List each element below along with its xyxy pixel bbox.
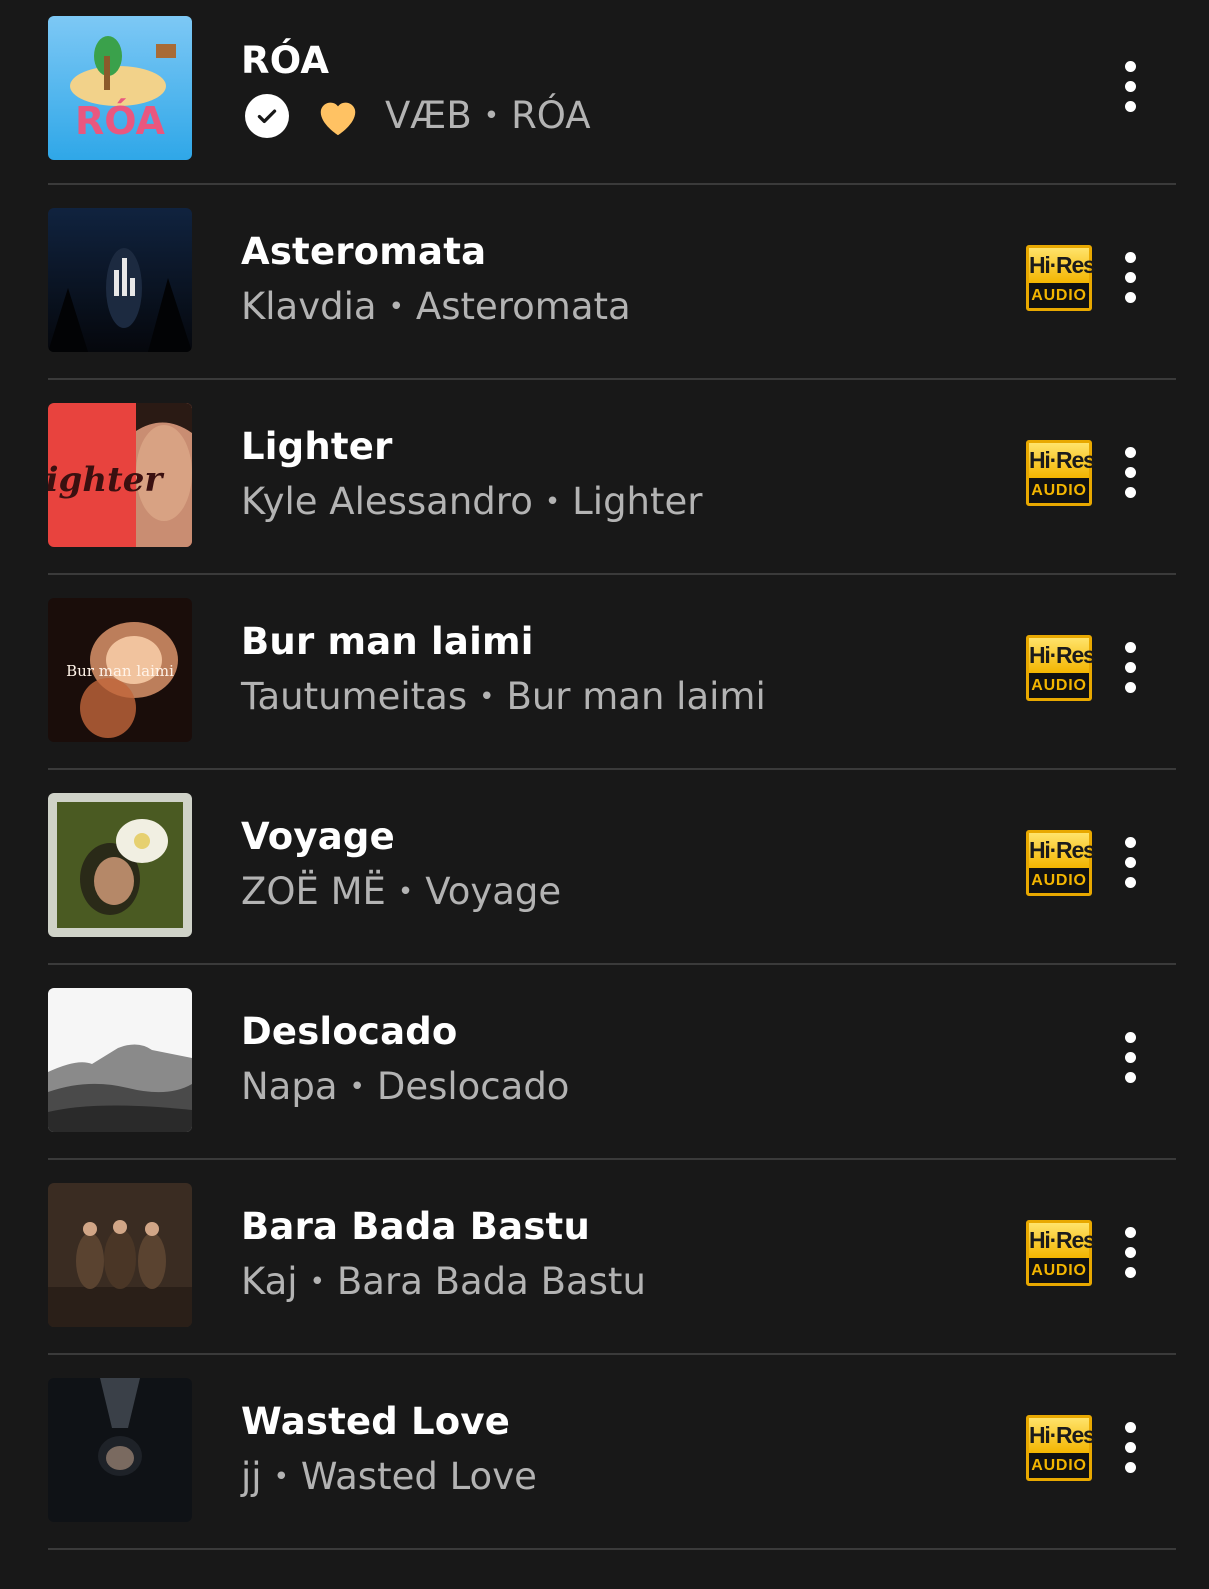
hires-badge-bottom: AUDIO <box>1029 868 1089 893</box>
track-album: Bur man laimi <box>506 675 766 718</box>
svg-text:Bur man laimi: Bur man laimi <box>66 662 174 680</box>
track-title: Bara Bada Bastu <box>241 1205 590 1248</box>
hires-badge-top: Hi·Res <box>1029 638 1096 673</box>
hires-badge-bottom: AUDIO <box>1029 1258 1089 1283</box>
track-title: Asteromata <box>241 230 487 273</box>
album-art <box>48 1378 192 1522</box>
track-subtitle: ZOË MË • Voyage <box>241 869 976 915</box>
hires-badge-top: Hi·Res <box>1029 1418 1096 1453</box>
hires-badge-top: Hi·Res <box>1029 248 1096 283</box>
hires-audio-badge: Hi·Res AUDIO <box>1026 1220 1096 1286</box>
hires-badge-bottom: AUDIO <box>1029 283 1089 308</box>
track-subtitle: Klavdia • Asteromata <box>241 284 976 330</box>
track-subtitle: Tautumeitas • Bur man laimi <box>241 674 976 720</box>
more-options-button[interactable] <box>1108 1407 1152 1487</box>
track-album: Bara Bada Bastu <box>336 1260 646 1303</box>
hires-badge-top: Hi·Res <box>1029 833 1096 868</box>
separator: • <box>479 682 495 712</box>
hires-audio-badge: Hi·Res AUDIO <box>1026 245 1096 311</box>
track-row[interactable]: Voyage ZOË MË • Voyage Hi·Res AUDIO <box>48 770 1176 965</box>
track-artist: Tautumeitas <box>241 675 468 718</box>
track-subtitle: Kyle Alessandro • Lighter <box>241 479 976 525</box>
album-art: Bur man laimi <box>48 598 192 742</box>
more-options-button[interactable] <box>1108 46 1152 126</box>
more-options-button[interactable] <box>1108 237 1152 317</box>
track-subtitle: Napa • Deslocado <box>241 1064 976 1110</box>
track-album: Deslocado <box>376 1065 570 1108</box>
track-artist: jj <box>241 1455 262 1498</box>
track-album: Voyage <box>425 870 562 913</box>
track-title: Wasted Love <box>241 1400 511 1443</box>
track-row[interactable]: Deslocado Napa • Deslocado <box>48 965 1176 1160</box>
track-row[interactable]: Bara Bada Bastu Kaj • Bara Bada Bastu Hi… <box>48 1160 1176 1355</box>
track-artist: Kyle Alessandro <box>241 480 533 523</box>
track-album: Asteromata <box>415 285 631 328</box>
more-options-button[interactable] <box>1108 1212 1152 1292</box>
hires-badge-top: Hi·Res <box>1029 1223 1096 1258</box>
svg-text:Lighter: Lighter <box>48 460 164 500</box>
hires-badge-bottom: AUDIO <box>1029 673 1089 698</box>
track-title: Lighter <box>241 425 393 468</box>
separator: • <box>397 877 414 907</box>
track-artist: ZOË MË <box>241 870 386 913</box>
track-artist: Kaj <box>241 1260 298 1303</box>
album-art: Lighter <box>48 403 192 547</box>
track-row[interactable]: Lighter Lighter Kyle Alessandro • Lighte… <box>48 380 1176 575</box>
hires-audio-badge: Hi·Res AUDIO <box>1026 440 1096 506</box>
svg-text:RÓA: RÓA <box>75 99 166 143</box>
hires-audio-badge: Hi·Res AUDIO <box>1026 635 1096 701</box>
hires-audio-badge: Hi·Res AUDIO <box>1026 830 1096 896</box>
separator: • <box>544 487 561 517</box>
album-art <box>48 1183 192 1327</box>
track-row[interactable]: Wasted Love jj • Wasted Love Hi·Res AUDI… <box>48 1355 1176 1550</box>
track-title: Voyage <box>241 815 395 858</box>
more-options-button[interactable] <box>1108 627 1152 707</box>
separator: • <box>388 292 404 322</box>
hires-audio-badge: Hi·Res AUDIO <box>1026 1415 1096 1481</box>
track-artist: VÆB <box>385 94 472 137</box>
track-subtitle: Kaj • Bara Bada Bastu <box>241 1259 976 1305</box>
more-options-button[interactable] <box>1108 822 1152 902</box>
track-subtitle: jj • Wasted Love <box>241 1454 976 1500</box>
track-row[interactable]: Asteromata Klavdia • Asteromata Hi·Res A… <box>48 185 1176 380</box>
more-options-button[interactable] <box>1108 1017 1152 1097</box>
more-options-button[interactable] <box>1108 432 1152 512</box>
downloaded-check-icon <box>245 94 289 138</box>
track-subtitle: VÆB • RÓA <box>241 93 976 139</box>
heart-icon[interactable] <box>315 94 361 138</box>
separator: • <box>483 101 500 131</box>
album-art <box>48 208 192 352</box>
track-list: RÓA RÓA VÆB • RÓA Asteromata Klavdia • A… <box>48 0 1176 1550</box>
separator: • <box>349 1072 365 1102</box>
album-art <box>48 793 192 937</box>
hires-badge-bottom: AUDIO <box>1029 1453 1089 1478</box>
separator: • <box>273 1462 289 1492</box>
track-album: Wasted Love <box>300 1455 537 1498</box>
track-album: RÓA <box>511 94 591 137</box>
track-title: Bur man laimi <box>241 620 534 663</box>
track-row[interactable]: RÓA RÓA VÆB • RÓA <box>48 0 1176 185</box>
album-art <box>48 988 192 1132</box>
track-title: RÓA <box>241 39 330 82</box>
track-album: Lighter <box>572 480 703 523</box>
track-row[interactable]: Bur man laimi Bur man laimi Tautumeitas … <box>48 575 1176 770</box>
separator: • <box>309 1267 325 1297</box>
album-art: RÓA <box>48 16 192 160</box>
track-title: Deslocado <box>241 1010 458 1053</box>
track-artist: Napa <box>241 1065 338 1108</box>
hires-badge-top: Hi·Res <box>1029 443 1096 478</box>
track-artist: Klavdia <box>241 285 377 328</box>
hires-badge-bottom: AUDIO <box>1029 478 1089 503</box>
